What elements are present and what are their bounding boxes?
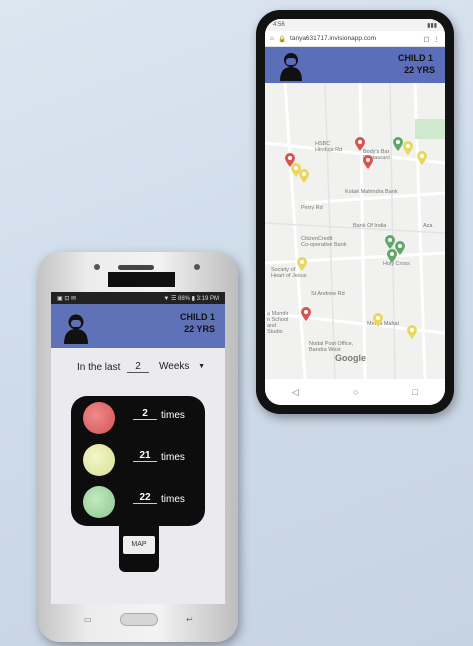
red-count: 2 xyxy=(133,408,157,420)
map-button[interactable]: MAP xyxy=(123,536,155,554)
phone-black-screen: 4:56 ▮▮▮ ⌂ 🔒 tanya631717.invisionapp.com… xyxy=(265,19,445,405)
url-text[interactable]: tanya631717.invisionapp.com xyxy=(290,35,419,42)
map-pin-yellow-icon[interactable] xyxy=(297,257,307,271)
map-label: HSBC Hinduja Rd xyxy=(315,141,343,154)
map-label: Kotak Mahindra Bank xyxy=(345,189,398,195)
filter-unit-select[interactable]: Weeks ▼ xyxy=(159,361,205,372)
child-age: 22 YRS xyxy=(184,324,215,334)
phone-black: 4:56 ▮▮▮ ⌂ 🔒 tanya631717.invisionapp.com… xyxy=(256,10,454,414)
child-age: 22 YRS xyxy=(404,65,435,75)
tape-strip xyxy=(108,272,175,287)
filter-prefix: In the last xyxy=(77,362,121,373)
front-camera-icon xyxy=(94,264,100,270)
filter-unit-value: Weeks xyxy=(159,361,190,372)
map-label: Perry Rd xyxy=(301,205,323,211)
back-icon[interactable]: ◁ xyxy=(292,387,299,398)
map-label: a Mandir n School and Studio xyxy=(267,311,289,336)
dropdown-caret-icon: ▼ xyxy=(198,363,205,370)
home-icon[interactable]: ⌂ xyxy=(270,35,274,42)
map-pin-yellow-icon[interactable] xyxy=(373,313,383,327)
google-logo: Google xyxy=(335,353,366,363)
battery-icon: ▮▮▮ xyxy=(427,22,437,29)
red-count-label: times xyxy=(161,410,185,421)
map-pin-red-icon[interactable] xyxy=(363,155,373,169)
map-pin-yellow-icon[interactable] xyxy=(417,151,427,165)
child-name: CHILD 1 xyxy=(179,312,215,322)
child-header: CHILD 1 22 YRS xyxy=(51,304,225,348)
map-pin-green-icon[interactable] xyxy=(393,137,403,151)
child-name: CHILD 1 xyxy=(397,53,433,63)
yellow-count: 21 xyxy=(133,450,157,462)
avatar-icon xyxy=(64,314,88,344)
map-label: Aza xyxy=(423,223,433,229)
sensor-icon xyxy=(194,264,200,270)
status-icons-right: ▼ ☰ 88% ▮ 3:19 PM xyxy=(163,295,219,302)
map-label: Bank Of India xyxy=(353,223,387,229)
status-bar: ▣ ⊡ ✉ ▼ ☰ 88% ▮ 3:19 PM xyxy=(51,292,225,304)
menu-icon[interactable]: ⋮ xyxy=(434,35,441,43)
avatar-icon xyxy=(280,53,302,81)
map-pin-yellow-icon[interactable] xyxy=(299,169,309,183)
home-button[interactable] xyxy=(120,613,158,626)
status-icons-left: ▣ ⊡ ✉ xyxy=(57,295,77,302)
back-icon[interactable]: ↩ xyxy=(186,615,193,624)
map-roads xyxy=(265,83,445,379)
recent-apps-icon[interactable]: □ xyxy=(413,387,418,397)
home-circle-icon[interactable]: ○ xyxy=(353,387,358,397)
map-label: CitizenCredit Co-operative Bank xyxy=(301,236,347,249)
browser-url-bar[interactable]: ⌂ 🔒 tanya631717.invisionapp.com ▢ ⋮ xyxy=(265,31,445,47)
map-label: Nodal Post Office, Bandra West xyxy=(309,341,354,354)
traffic-light: 2 times 21 times 22 times xyxy=(71,396,205,526)
red-light-icon xyxy=(83,402,115,434)
map-pin-yellow-icon[interactable] xyxy=(403,141,413,155)
tabs-icon[interactable]: ▢ xyxy=(423,35,429,43)
map-label: St Andrew Rd xyxy=(311,291,345,297)
recent-apps-icon[interactable]: ▭ xyxy=(84,615,92,624)
yellow-count-label: times xyxy=(161,452,185,463)
map-pin-green-icon[interactable] xyxy=(385,235,395,249)
filter-number-input[interactable]: 2 xyxy=(127,361,149,373)
lock-icon: 🔒 xyxy=(277,35,287,43)
map-pin-red-icon[interactable] xyxy=(355,137,365,151)
android-nav-bar: ◁ ○ □ xyxy=(265,379,445,405)
green-light-icon xyxy=(83,486,115,518)
green-count: 22 xyxy=(133,492,157,504)
phone-silver: ▣ ⊡ ✉ ▼ ☰ 88% ▮ 3:19 PM CHILD 1 22 YRS I… xyxy=(38,252,238,642)
yellow-light-icon xyxy=(83,444,115,476)
map-view[interactable]: HSBC Hinduja Rd Body's Bar Restaurant Kota… xyxy=(265,83,445,379)
phone-silver-screen: ▣ ⊡ ✉ ▼ ☰ 88% ▮ 3:19 PM CHILD 1 22 YRS I… xyxy=(51,292,225,604)
map-pin-green-icon[interactable] xyxy=(387,249,397,263)
status-bar: 4:56 ▮▮▮ xyxy=(265,19,445,31)
status-time: 4:56 xyxy=(273,22,285,28)
map-pin-red-icon[interactable] xyxy=(301,307,311,321)
child-header: CHILD 1 22 YRS xyxy=(265,47,445,83)
green-count-label: times xyxy=(161,494,185,505)
speaker-grille xyxy=(118,265,154,270)
map-pin-yellow-icon[interactable] xyxy=(407,325,417,339)
